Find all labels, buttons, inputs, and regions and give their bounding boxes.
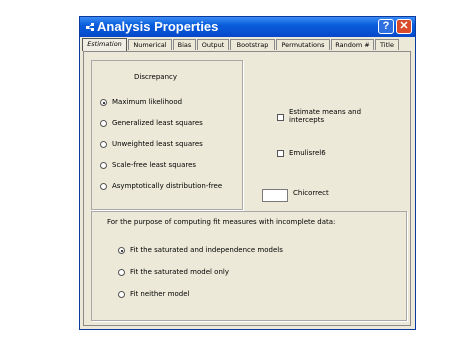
chicorrect-input[interactable] (262, 189, 288, 202)
help-icon: ? (382, 20, 390, 32)
radio-unweighted-least-squares[interactable] (100, 141, 107, 148)
estimate-means-label-2: intercepts (289, 116, 325, 124)
tab-random[interactable]: Random # (331, 39, 374, 50)
radio-fit-saturated-independence[interactable] (118, 247, 125, 254)
tab-bootstrap[interactable]: Bootstrap (230, 39, 275, 50)
tab-estimation[interactable]: Estimation (82, 38, 127, 51)
radio-adf[interactable] (100, 183, 107, 190)
estimate-means-checkbox[interactable] (277, 114, 284, 121)
radio-generalized-least-squares[interactable] (100, 120, 107, 127)
label-unweighted-least-squares: Unweighted least squares (112, 140, 203, 148)
label-fit-saturated-independence: Fit the saturated and independence model… (130, 246, 283, 254)
chicorrect-label: Chicorrect (293, 189, 329, 197)
label-adf: Asymptotically distribution-free (112, 182, 223, 190)
label-generalized-least-squares: Generalized least squares (112, 119, 203, 127)
radio-fit-neither[interactable] (118, 291, 125, 298)
label-maximum-likelihood: Maximum likelihood (112, 98, 183, 106)
tab-output[interactable]: Output (197, 39, 229, 50)
tab-bias[interactable]: Bias (173, 39, 196, 50)
radio-fit-saturated-only[interactable] (118, 269, 125, 276)
emulisrel6-label: Emulisrel6 (289, 149, 326, 157)
discrepancy-group: Discrepancy Maximum likelihood Generaliz… (91, 60, 243, 210)
incomplete-data-heading: For the purpose of computing fit measure… (107, 218, 336, 226)
title-bar[interactable]: Analysis Properties ? ✕ (80, 17, 415, 37)
tab-title[interactable]: Title (375, 39, 399, 50)
close-button[interactable]: ✕ (396, 19, 412, 34)
label-fit-neither: Fit neither model (130, 290, 190, 298)
emulisrel6-checkbox[interactable] (277, 150, 284, 157)
analysis-properties-dialog: Analysis Properties ? ✕ Estimation Numer… (79, 16, 416, 330)
label-scale-free-least-squares: Scale-free least squares (112, 161, 197, 169)
amos-app-icon (86, 23, 94, 31)
tab-permutations[interactable]: Permutations (276, 39, 330, 50)
discrepancy-heading: Discrepancy (134, 73, 178, 81)
radio-maximum-likelihood[interactable] (100, 99, 107, 106)
radio-scale-free-least-squares[interactable] (100, 162, 107, 169)
incomplete-data-group: For the purpose of computing fit measure… (91, 211, 407, 321)
tab-numerical[interactable]: Numerical (128, 39, 172, 50)
close-icon: ✕ (399, 20, 409, 32)
window-title: Analysis Properties (97, 19, 219, 34)
help-button[interactable]: ? (378, 19, 394, 34)
label-fit-saturated-only: Fit the saturated model only (130, 268, 229, 276)
estimation-panel: Discrepancy Maximum likelihood Generaliz… (83, 51, 411, 326)
